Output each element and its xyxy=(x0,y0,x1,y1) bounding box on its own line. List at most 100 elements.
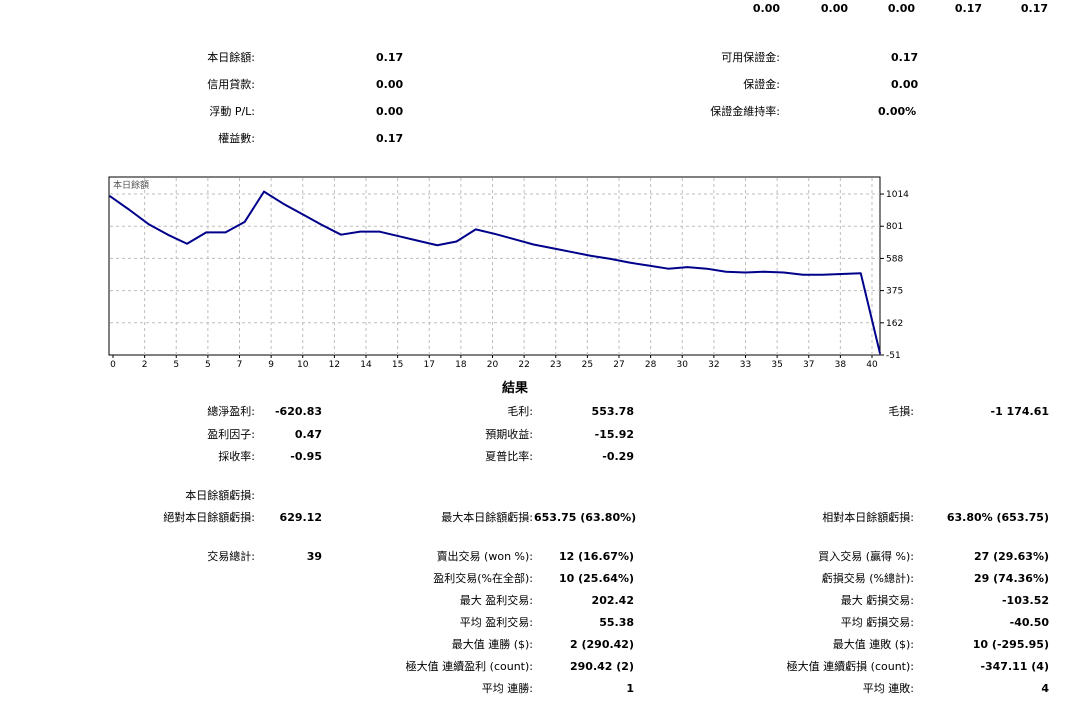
balance-point xyxy=(840,273,843,275)
largest-profit-trade-label: 最大 盈利交易: xyxy=(459,594,533,607)
x-tick-label: 5 xyxy=(173,360,179,370)
chart-title: 本日餘額 xyxy=(113,179,149,191)
x-tick-label: 37 xyxy=(803,360,814,370)
maximal-consecutive-loss-label: 極大值 連續虧損 (count): xyxy=(786,660,914,673)
balance-chart: 本日餘額 1014801588375162-51 0 2 5 5 7 9 10 12 14 15 1… xyxy=(108,176,909,370)
x-tick-label: 27 xyxy=(613,360,624,370)
loss-trades-label: 虧損交易 (%總計): xyxy=(821,572,914,585)
max-consecutive-wins-value: 2 (290.42) xyxy=(570,638,634,651)
x-tick-label: 35 xyxy=(771,360,782,370)
balance-point xyxy=(667,267,670,270)
average-profit-trade-label: 平均 盈利交易: xyxy=(459,616,533,629)
average-consecutive-wins-value: 1 xyxy=(626,682,634,695)
x-tick-label: 2 xyxy=(142,360,148,370)
net-profit-label: 總淨盈利: xyxy=(207,405,255,418)
balance-point xyxy=(417,239,419,242)
balance-point xyxy=(455,240,458,243)
x-tick-label: 18 xyxy=(455,360,467,370)
balance-point xyxy=(571,251,573,253)
y-tick-label: 162 xyxy=(886,319,903,329)
balance-point xyxy=(648,264,650,267)
balance-point xyxy=(859,272,862,275)
x-tick-label: 0 xyxy=(110,360,116,370)
largest-loss-trade-value: -103.52 xyxy=(1001,594,1049,607)
balance-point xyxy=(109,195,111,197)
balance-point xyxy=(397,235,400,237)
expected-payoff-value: -15.92 xyxy=(594,428,634,441)
balance-point xyxy=(359,230,362,233)
x-tick-label: 9 xyxy=(268,360,274,370)
largest-loss-trade-label: 最大 虧損交易: xyxy=(840,594,914,607)
long-trades-label: 買入交易 (贏得 %): xyxy=(818,550,914,563)
x-tick-label: 32 xyxy=(708,360,719,370)
balance-point xyxy=(378,230,381,233)
recovery-factor-value: -0.95 xyxy=(290,450,322,463)
balance-point xyxy=(282,202,285,205)
balance-point xyxy=(320,224,323,226)
gross-loss-value: -1 174.61 xyxy=(990,405,1050,418)
short-trades-value: 12 (16.67%) xyxy=(558,550,634,563)
profit-factor-label: 盈利因子: xyxy=(207,428,255,441)
average-consecutive-losses-value: 4 xyxy=(1041,682,1049,695)
max-drawdown-label: 最大本日餘額虧損: xyxy=(441,511,533,524)
balance-point xyxy=(532,243,535,246)
average-consecutive-losses-label: 平均 連敗: xyxy=(862,682,914,695)
y-tick-label: 375 xyxy=(886,287,903,297)
relative-drawdown-label: 相對本日餘額虧損: xyxy=(822,511,914,524)
absolute-drawdown-value: 629.12 xyxy=(279,511,322,524)
absolute-drawdown-label: 絕對本日餘額虧損: xyxy=(163,511,255,524)
balance-point xyxy=(686,266,689,268)
balance-point xyxy=(513,238,516,241)
balance-point xyxy=(725,270,727,273)
gross-profit-label: 毛利: xyxy=(507,405,533,418)
gross-loss-label: 毛損: xyxy=(888,405,914,418)
balance-drawdown-label: 本日餘額虧損: xyxy=(185,489,255,502)
balance-point xyxy=(474,228,477,231)
balance-point xyxy=(205,231,208,234)
balance-point xyxy=(301,213,304,216)
chart-frame xyxy=(108,176,881,356)
x-tick-label: 28 xyxy=(645,360,657,370)
balance-point xyxy=(147,223,150,225)
y-tick-label: 801 xyxy=(886,222,903,232)
x-tick-label: 38 xyxy=(835,360,847,370)
results-title: 結果 xyxy=(502,381,529,396)
max-drawdown-value: 653.75 (63.80%) xyxy=(534,511,637,524)
maximal-consecutive-profit-value: 290.42 (2) xyxy=(570,660,634,673)
x-tick-label: 40 xyxy=(866,360,878,370)
y-tick-label: 1014 xyxy=(886,190,909,200)
average-profit-trade-value: 55.38 xyxy=(599,616,634,629)
balance-point xyxy=(243,221,246,223)
balance-point xyxy=(590,255,593,257)
x-tick-label: 23 xyxy=(550,360,561,370)
balance-point xyxy=(821,273,824,276)
x-tick-label: 33 xyxy=(740,360,751,370)
balance-point xyxy=(609,258,612,260)
y-tick-label: -51 xyxy=(886,351,901,361)
relative-drawdown-value: 63.80% (653.75) xyxy=(946,511,1049,524)
balance-point xyxy=(628,261,631,264)
x-tick-label: 25 xyxy=(582,360,593,370)
balance-point xyxy=(436,244,439,247)
total-trades-value: 39 xyxy=(306,550,322,563)
balance-point xyxy=(128,208,131,211)
expected-payoff-label: 預期收益: xyxy=(485,428,533,441)
short-trades-label: 賣出交易 (won %): xyxy=(436,550,533,563)
balance-point xyxy=(744,271,747,274)
average-loss-trade-value: -40.50 xyxy=(1009,616,1049,629)
balance-point xyxy=(551,247,554,250)
profit-trades-value: 10 (25.64%) xyxy=(558,572,634,585)
average-consecutive-wins-label: 平均 連勝: xyxy=(481,682,533,695)
balance-point xyxy=(186,242,188,245)
x-tick-label: 30 xyxy=(677,360,689,370)
balance-point xyxy=(782,271,785,274)
gross-profit-value: 553.78 xyxy=(591,405,634,418)
x-tick-label: 12 xyxy=(329,360,340,370)
profit-factor-value: 0.47 xyxy=(294,428,322,441)
max-consecutive-wins-label: 最大值 連勝 ($): xyxy=(451,638,533,651)
average-loss-trade-label: 平均 虧損交易: xyxy=(840,616,914,629)
balance-point xyxy=(166,233,169,236)
balance-point xyxy=(340,233,342,236)
sharpe-ratio-label: 夏普比率: xyxy=(485,450,533,463)
balance-point xyxy=(763,270,766,273)
